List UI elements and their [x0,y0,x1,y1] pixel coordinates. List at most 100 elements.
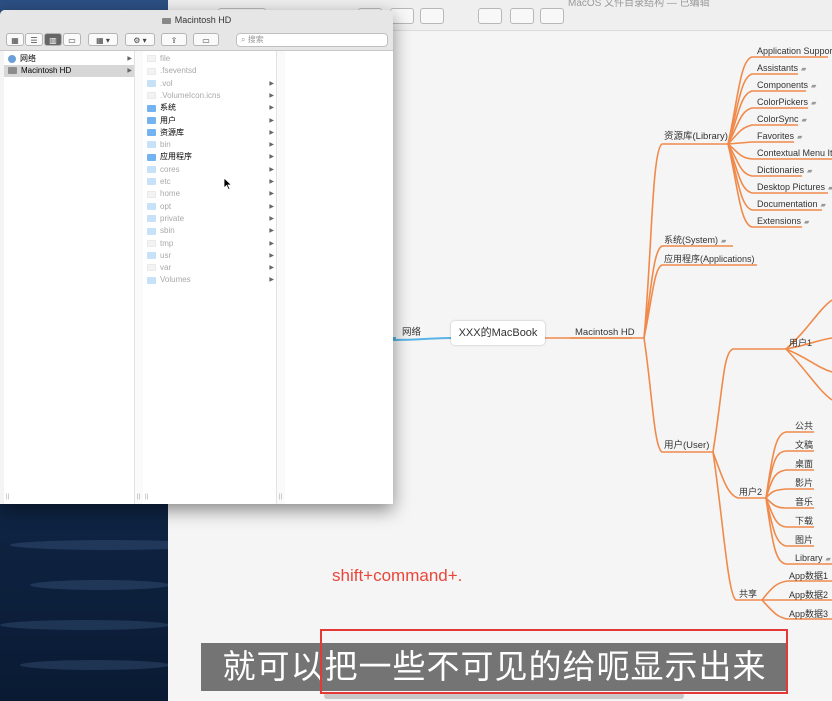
library-child[interactable]: Contextual Menu It [757,148,832,159]
action-gear-button[interactable]: ⚙ ▾ [125,33,155,46]
chevron-right-icon: ▶ [269,203,274,210]
user2-child[interactable]: 文稿 [795,440,813,451]
note-icon: ▰ [804,219,810,226]
file-row[interactable]: .VolumeIcon.icns ▶ [143,90,276,102]
folder-icon [147,178,156,186]
file-name: sbin [160,226,175,236]
file-row[interactable]: sbin ▶ [143,225,276,237]
file-row[interactable]: 系统 ▶ [143,102,276,114]
file-name: 用户 [160,115,176,125]
file-row[interactable]: file [143,53,276,65]
chevron-right-icon: ▶ [127,68,132,74]
library-child[interactable]: Application Suppor [757,46,832,57]
node-center[interactable]: XXX的MacBook [451,321,545,345]
file-icon [147,55,156,63]
file-row[interactable]: home ▶ [143,188,276,200]
library-child[interactable]: Assistants ▰ [757,63,806,75]
file-row[interactable]: Volumes ▶ [143,274,276,286]
column-resize-handle[interactable]: || [6,494,9,500]
node-user2[interactable]: 用户2 [739,487,762,498]
file-row[interactable]: 用户 ▶ [143,115,276,127]
file-icon [147,67,156,75]
user2-child[interactable]: 桌面 [795,459,813,470]
node-applications[interactable]: 应用程序(Applications) [664,254,755,265]
file-row[interactable]: 资源库 ▶ [143,127,276,139]
chevron-right-icon: ▶ [269,166,274,173]
folder-icon [147,129,156,137]
icon-view-button[interactable]: ▦ [6,33,24,46]
folder-icon [147,141,156,149]
file-name: .fseventsd [160,66,197,76]
chevron-right-icon: ▶ [269,265,274,272]
file-name: .vol [160,78,173,88]
column-resize-handle[interactable]: || [279,494,282,500]
shared-child[interactable]: App数据1 [789,571,828,582]
file-row[interactable]: private ▶ [143,213,276,225]
node-network[interactable]: 网络 [402,327,421,338]
library-child[interactable]: ColorPickers ▰ [757,97,816,109]
file-row[interactable]: 应用程序 ▶ [143,151,276,163]
library-child[interactable]: Extensions ▰ [757,216,809,228]
shared-child[interactable]: App数据3 [789,609,828,620]
file-row[interactable]: etc ▶ [143,176,276,188]
sidebar-item-network[interactable]: 网络 ▶ [4,53,134,65]
node-user1[interactable]: 用户1 [789,338,812,349]
file-row[interactable]: tmp ▶ [143,238,276,250]
share-button[interactable]: ⇪ [161,33,187,46]
library-child[interactable]: Documentation ▰ [757,199,826,211]
user2-child[interactable]: 音乐 [795,497,813,508]
gallery-view-button[interactable]: ▭ [63,33,81,46]
column-view-button[interactable]: ▥ [44,33,62,46]
file-row[interactable]: opt ▶ [143,201,276,213]
node-system[interactable]: 系统(System) ▰ [664,235,726,247]
note-icon: ▰ [828,185,832,192]
list-view-button[interactable]: ☰ [25,33,43,46]
node-library[interactable]: 资源库(Library) [664,131,728,142]
file-row[interactable]: .vol ▶ [143,78,276,90]
library-child[interactable]: Desktop Pictures ▰ [757,182,832,194]
library-child[interactable]: Favorites ▰ [757,131,802,143]
file-row[interactable]: var ▶ [143,262,276,274]
user2-child[interactable]: Library ▰ [795,553,831,565]
chevron-right-icon: ▶ [269,80,274,87]
chevron-right-icon: ▶ [269,179,274,185]
user2-child[interactable]: 公共 [795,421,813,432]
node-macintosh-hd[interactable]: Macintosh HD [575,327,635,338]
library-child-label: Extensions [757,216,802,226]
finder-titlebar[interactable]: Macintosh HD [0,10,393,30]
search-input[interactable]: ⌕ 搜索 [236,33,388,47]
column-resize-handle[interactable]: || [145,494,148,500]
shared-child[interactable]: App数据2 [789,590,828,601]
note-icon: ▰ [825,556,831,563]
user2-child[interactable]: 影片 [795,478,813,489]
sidebar-item-label: Macintosh HD [21,66,72,75]
file-row[interactable]: usr ▶ [143,250,276,262]
finder-column-sidebar: 网络 ▶ Macintosh HD ▶ || [4,51,135,504]
folder-icon [147,153,156,161]
user2-child[interactable]: 下载 [795,516,813,527]
sidebar-item-macintosh-hd[interactable]: Macintosh HD ▶ [4,65,134,77]
file-name: cores [160,164,180,174]
library-child[interactable]: ColorSync ▰ [757,114,807,126]
file-row[interactable]: cores ▶ [143,164,276,176]
group-button[interactable]: ▦ ▾ [88,33,118,46]
library-child-label: Assistants [757,63,799,73]
library-child[interactable]: Components ▰ [757,80,816,92]
shortcut-hint: shift+command+. [332,566,463,585]
chevron-right-icon: ▶ [269,215,274,222]
library-child[interactable]: Dictionaries ▰ [757,165,812,177]
node-user[interactable]: 用户(User) [664,440,709,451]
globe-icon [8,54,16,63]
file-name: private [160,213,185,223]
column-resize-handle[interactable]: || [137,494,140,500]
tag-button[interactable]: ▭ [193,33,219,46]
finder-column-preview [285,51,393,504]
file-row[interactable]: .fseventsd [143,65,276,77]
file-row[interactable]: bin ▶ [143,139,276,151]
library-child-label: Components [757,80,809,90]
node-shared[interactable]: 共享 [739,589,757,600]
user2-child[interactable]: 图片 [795,535,813,546]
chevron-right-icon: ▶ [269,117,274,124]
chevron-right-icon: ▶ [127,56,132,62]
folder-icon [147,202,156,210]
